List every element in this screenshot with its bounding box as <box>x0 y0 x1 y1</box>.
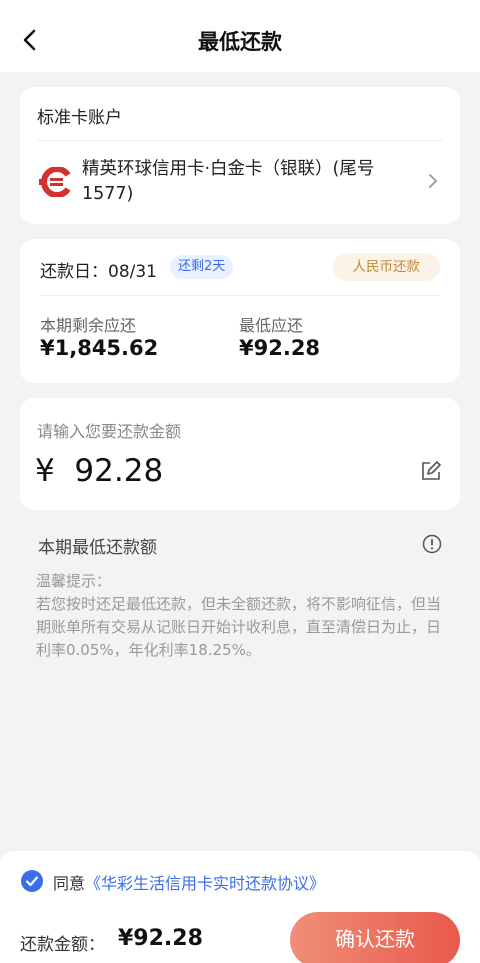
due-date: 还款日：08/31 <box>40 262 157 282</box>
chevron-right-icon[interactable] <box>426 174 440 188</box>
min-repay-label: 本期最低还款额 <box>38 538 157 558</box>
page-title: 最低还款 <box>198 30 282 54</box>
min-due-value: ¥92.28 <box>239 336 321 360</box>
agreement-link[interactable]: 《华彩生活信用卡实时还款协议》 <box>85 874 325 893</box>
repay-info-card: 还款日：08/31 还剩2天 人民币还款 本期剩余应还 ¥1,845.62 最低… <box>20 239 460 383</box>
balance-value: ¥1,845.62 <box>40 336 159 360</box>
agree-prefix: 同意 <box>53 874 86 893</box>
total-value: ¥92.28 <box>118 926 203 951</box>
days-remaining-badge: 还剩2天 <box>170 255 234 279</box>
amount-input[interactable]: ¥ 92.28 <box>35 453 163 489</box>
card-name[interactable]: 精英环球信用卡·白金卡（银联）(尾号1577) <box>82 157 412 207</box>
agreement-text: 同意《华彩生活信用卡实时还款协议》 <box>53 870 325 894</box>
divider <box>40 295 440 296</box>
amount-placeholder: 请输入您要还款金额 <box>37 422 182 441</box>
amount-input-card[interactable]: 请输入您要还款金额 ¥ 92.28 <box>20 398 460 510</box>
confirm-repay-button[interactable]: 确认还款 <box>290 912 460 963</box>
agree-checkbox-icon[interactable] <box>21 870 43 892</box>
account-card: 标准卡账户 精英环球信用卡·白金卡（银联）(尾号1577) <box>20 87 460 224</box>
bank-logo-icon <box>39 167 71 197</box>
bottom-bar: 同意《华彩生活信用卡实时还款协议》 还款金额： ¥92.28 确认还款 <box>0 851 480 963</box>
currency-badge: 人民币还款 <box>332 253 440 281</box>
account-header: 标准卡账户 <box>37 108 122 128</box>
top-nav-bar: 最低还款 <box>0 0 480 72</box>
min-due-label: 最低应还 <box>239 316 304 335</box>
total-label: 还款金额： <box>20 935 105 955</box>
divider <box>37 140 443 141</box>
info-icon[interactable] <box>422 534 442 554</box>
warm-tips: 温馨提示： 若您按时还足最低还款，但未全额还款，将不影响征信，但当期账单所有交易… <box>36 572 442 659</box>
edit-icon[interactable] <box>420 460 442 482</box>
balance-label: 本期剩余应还 <box>40 316 137 335</box>
